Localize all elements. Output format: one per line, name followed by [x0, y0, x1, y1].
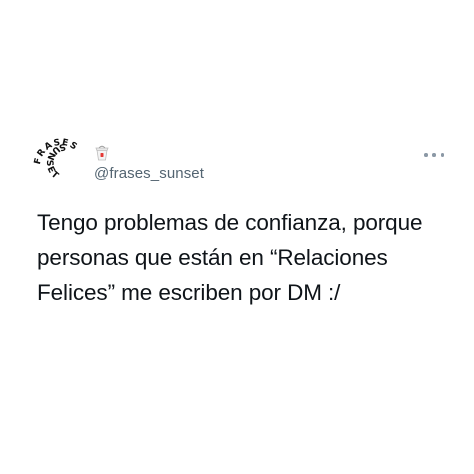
takeout-box-emoji-icon [94, 145, 110, 161]
frases-sunset-logo: FRASES SUNSET [33, 138, 78, 182]
more-horizontal-icon [432, 153, 436, 157]
more-horizontal-icon [424, 153, 428, 157]
tweet-text-line: personas que están en “Relaciones [37, 245, 388, 270]
tweet-text-line: Tengo problemas de confianza, porque [37, 210, 423, 235]
tweet-text-line: Felices” me escriben por DM :/ [37, 280, 341, 305]
tweet-card: FRASES SUNSET @frases_sunset Tengo probl… [0, 0, 474, 474]
more-options-button[interactable] [424, 150, 444, 160]
tweet-text: Tengo problemas de confianza, porque per… [37, 205, 457, 310]
username-handle[interactable]: @frases_sunset [94, 165, 204, 183]
profile-avatar[interactable]: FRASES SUNSET [30, 132, 92, 194]
more-horizontal-icon [440, 153, 444, 157]
